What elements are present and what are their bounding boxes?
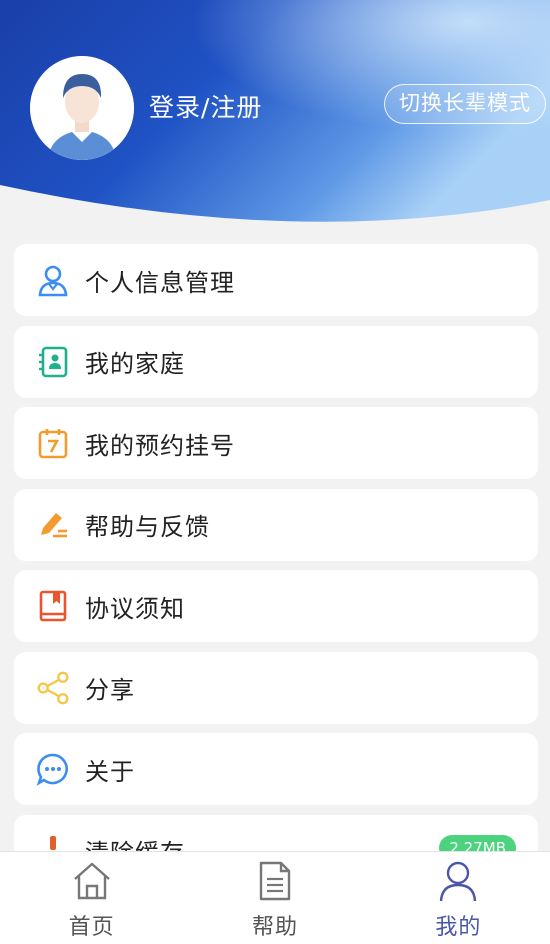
menu-item-label: 协议须知 xyxy=(85,594,185,623)
menu-item-label: 关于 xyxy=(85,757,135,786)
login-register-link[interactable]: 登录/注册 xyxy=(149,88,262,124)
menu-item-my-family[interactable]: 我的家庭 xyxy=(14,325,538,398)
avatar[interactable] xyxy=(30,56,134,160)
menu-list: 个人信息管理 我的家庭 我的预约挂号 帮助与反馈 协议须知 分享 关于 2.27… xyxy=(14,244,538,896)
menu-item-label: 我的预约挂号 xyxy=(85,431,235,460)
document-icon xyxy=(253,859,297,903)
default-avatar-icon xyxy=(30,56,134,160)
calendar-icon xyxy=(36,426,70,460)
profile-header: 登录/注册 切换长辈模式 xyxy=(0,0,550,230)
menu-item-label: 我的家庭 xyxy=(85,350,185,378)
menu-item-share[interactable]: 分享 xyxy=(14,651,538,724)
tab-label: 帮助 xyxy=(251,915,298,940)
menu-item-about[interactable]: 关于 xyxy=(14,733,538,805)
family-card-icon xyxy=(36,345,70,379)
elder-mode-button[interactable]: 切换长辈模式 xyxy=(384,84,546,124)
person-icon xyxy=(36,263,70,297)
home-icon xyxy=(70,859,114,903)
bottom-tab-bar: 首页 帮助 我的 xyxy=(0,851,550,944)
menu-item-label: 帮助与反馈 xyxy=(85,513,210,541)
menu-item-label: 分享 xyxy=(85,676,135,704)
menu-item-agreement[interactable]: 协议须知 xyxy=(14,570,538,642)
user-icon xyxy=(436,859,480,903)
share-icon xyxy=(36,671,70,705)
menu-item-label: 个人信息管理 xyxy=(85,268,235,297)
book-icon xyxy=(36,589,70,623)
tab-help[interactable]: 帮助 xyxy=(183,852,366,944)
menu-item-help-feedback[interactable]: 帮助与反馈 xyxy=(14,488,538,561)
chat-bubble-icon xyxy=(36,752,70,786)
tab-mine[interactable]: 我的 xyxy=(367,852,550,944)
pen-edit-icon xyxy=(36,508,70,542)
tab-home[interactable]: 首页 xyxy=(0,852,183,944)
tab-label: 我的 xyxy=(435,915,482,940)
tab-label: 首页 xyxy=(68,915,115,940)
menu-item-appointments[interactable]: 我的预约挂号 xyxy=(14,407,538,479)
menu-item-personal-info[interactable]: 个人信息管理 xyxy=(14,244,538,316)
